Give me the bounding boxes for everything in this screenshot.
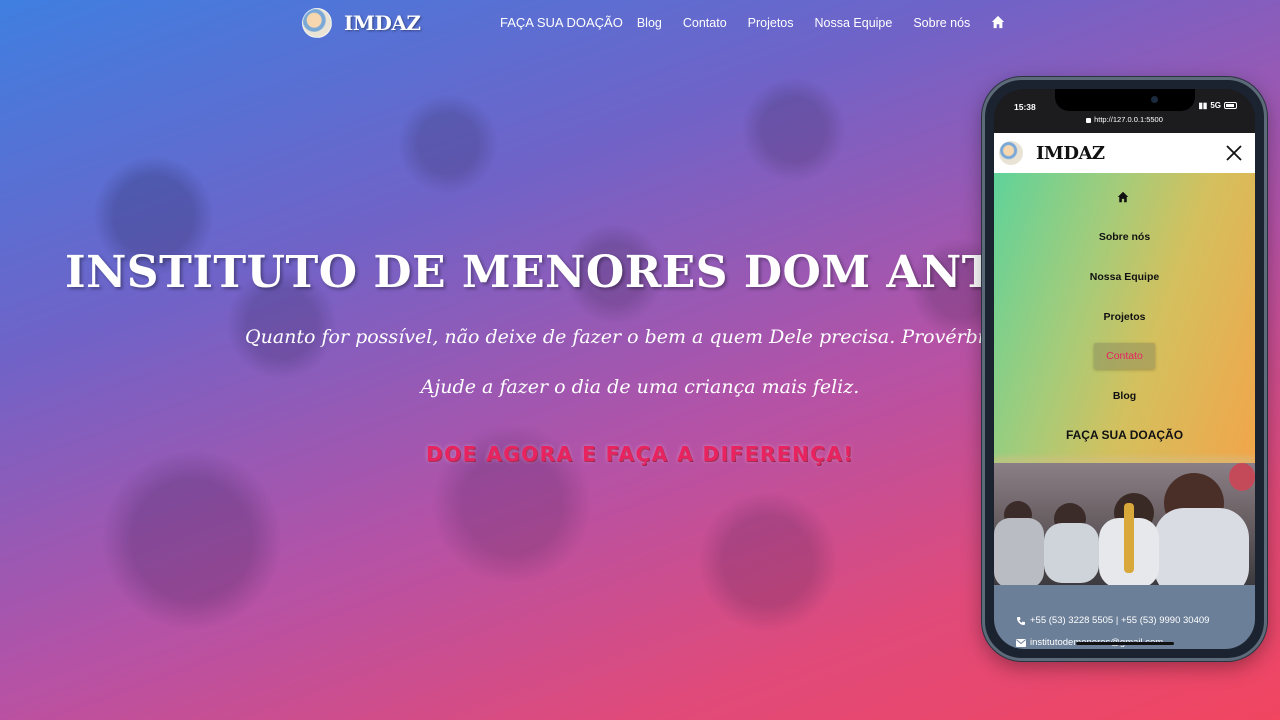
home-indicator: [1076, 642, 1174, 645]
phone-icon: [1017, 616, 1025, 625]
email-icon: [1016, 638, 1026, 647]
camera-icon: [1151, 96, 1158, 103]
status-indicators: ▮▮ 5G: [1199, 101, 1237, 110]
band-photo: [994, 463, 1255, 585]
status-time: 15:38: [1014, 102, 1036, 112]
nav-links: FAÇA SUA DOAÇÃO Blog Contato Projetos No…: [500, 15, 1005, 30]
footer-phone: +55 (53) 3228 5505 | +55 (53) 9990 30409: [1016, 615, 1209, 626]
phone-mockup: 15:38 ▮▮ 5G http://127.0.0.1:5500 IMDAZ …: [982, 77, 1267, 661]
signal-icon: ▮▮: [1198, 101, 1208, 110]
mobile-logo-text[interactable]: IMDAZ: [1036, 143, 1105, 164]
battery-icon: [1224, 102, 1237, 109]
phone-side-button: [1264, 230, 1267, 290]
lock-icon: [1086, 117, 1092, 123]
mobile-menu: Sobre nós Nossa Equipe Projetos Contato …: [994, 173, 1255, 463]
mobile-footer: +55 (53) 3228 5505 | +55 (53) 9990 30409…: [994, 585, 1255, 649]
mobile-menu-contato[interactable]: Contato: [1094, 343, 1155, 369]
nav-link-donate[interactable]: FAÇA SUA DOAÇÃO: [500, 15, 623, 30]
url-bar[interactable]: http://127.0.0.1:5500: [994, 115, 1255, 124]
logo-text: IMDAZ: [344, 11, 421, 35]
mobile-home-icon[interactable]: [1117, 191, 1129, 203]
home-icon[interactable]: [991, 15, 1005, 29]
top-navigation: IMDAZ FAÇA SUA DOAÇÃO Blog Contato Proje…: [0, 0, 1280, 50]
nav-link-equipe[interactable]: Nossa Equipe: [815, 16, 893, 30]
nav-link-contato[interactable]: Contato: [683, 16, 727, 30]
mobile-menu-equipe[interactable]: Nossa Equipe: [994, 271, 1255, 283]
close-icon[interactable]: [1225, 144, 1243, 162]
hero-title: INSTITUTO DE MENORES DOM ANTÔNIO ZATTERA: [65, 247, 995, 298]
hero-quote: Quanto for possível, não deixe de fazer …: [245, 326, 985, 348]
site-logo[interactable]: IMDAZ: [302, 8, 421, 38]
mobile-menu-projetos[interactable]: Projetos: [994, 311, 1255, 323]
url-text: http://127.0.0.1:5500: [1094, 115, 1163, 124]
network-label: 5G: [1210, 101, 1221, 110]
phone-notch: [1055, 89, 1195, 111]
mobile-menu-doacao[interactable]: FAÇA SUA DOAÇÃO: [994, 428, 1255, 442]
mobile-logo-avatar[interactable]: [999, 141, 1023, 165]
footer-phone-text: +55 (53) 3228 5505 | +55 (53) 9990 30409: [1030, 615, 1210, 626]
mobile-header: IMDAZ: [994, 133, 1255, 173]
mobile-menu-sobre[interactable]: Sobre nós: [994, 231, 1255, 243]
logo-avatar: [302, 8, 332, 38]
nav-link-projetos[interactable]: Projetos: [748, 16, 794, 30]
phone-screen: 15:38 ▮▮ 5G http://127.0.0.1:5500 IMDAZ …: [994, 89, 1255, 649]
nav-link-sobre[interactable]: Sobre nós: [913, 16, 970, 30]
mobile-menu-blog[interactable]: Blog: [994, 390, 1255, 402]
nav-link-blog[interactable]: Blog: [637, 16, 662, 30]
